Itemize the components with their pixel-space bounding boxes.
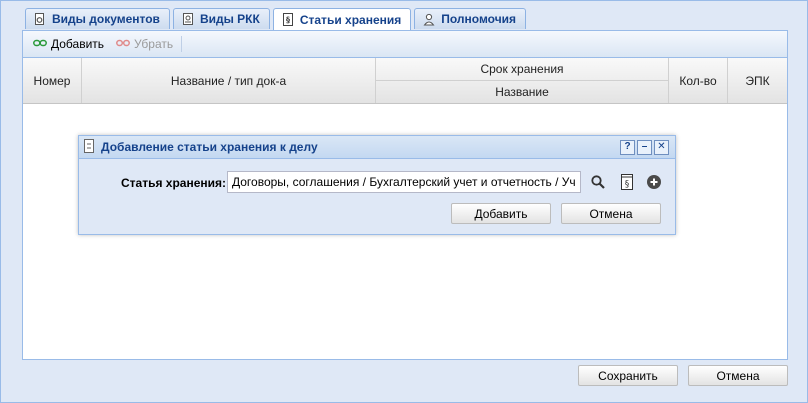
col-name-type[interactable]: Название / тип док-а: [82, 58, 376, 103]
dialog-window-icon: [84, 138, 94, 156]
tab-document-types[interactable]: Виды документов: [25, 8, 170, 29]
toolbar-separator: [181, 36, 183, 52]
add-button[interactable]: Добавить: [27, 33, 110, 55]
dialog-title: Добавление статьи хранения к делу: [101, 140, 318, 154]
dialog-tools: ? – ✕: [620, 139, 669, 155]
col-storage-period[interactable]: Срок хранения: [376, 58, 669, 80]
storage-article-select-icon[interactable]: §: [616, 171, 638, 193]
col-number[interactable]: Номер: [23, 58, 82, 103]
card-icon: [182, 12, 194, 26]
save-button[interactable]: Сохранить: [578, 365, 678, 386]
dialog-body: Статья хранения: § Добавить Отмена: [83, 162, 671, 230]
user-permission-icon: [423, 13, 435, 26]
toolbar: Добавить Убрать: [23, 31, 787, 58]
grid-header: Номер Название / тип док-а Срок хранения…: [23, 58, 787, 104]
svg-text:§: §: [625, 180, 630, 190]
gear-doc-icon: [34, 12, 46, 26]
tab-rkk-types[interactable]: Виды РКК: [172, 8, 270, 29]
tab-storage-articles[interactable]: § Статьи хранения: [272, 8, 412, 30]
col-count[interactable]: Кол-во: [669, 58, 728, 103]
remove-button[interactable]: Убрать: [110, 33, 179, 55]
close-icon[interactable]: ✕: [654, 139, 669, 155]
dialog-add-button[interactable]: Добавить: [451, 203, 551, 224]
tab-permissions[interactable]: Полномочия: [414, 8, 527, 29]
main-window: Виды документов Виды РКК § Статьи хранен…: [0, 0, 808, 403]
tab-label: Виды документов: [52, 12, 160, 26]
add-storage-article-dialog: Добавление статьи хранения к делу ? – ✕ …: [78, 135, 676, 235]
tab-strip: Виды документов Виды РКК § Статьи хранен…: [25, 8, 527, 30]
dialog-header: Добавление статьи хранения к делу ? – ✕: [79, 136, 675, 159]
tab-label: Статьи хранения: [299, 12, 402, 27]
storage-article-label: Статья хранения:: [121, 176, 227, 190]
footer-cancel-button[interactable]: Отмена: [688, 365, 788, 386]
unlink-icon: [116, 37, 130, 51]
add-circle-icon[interactable]: [643, 171, 665, 193]
storage-article-input[interactable]: [227, 171, 581, 193]
help-icon[interactable]: ?: [620, 139, 635, 155]
svg-text:§: §: [286, 16, 290, 25]
link-icon: [33, 37, 47, 51]
search-icon[interactable]: [587, 171, 609, 193]
dialog-cancel-button[interactable]: Отмена: [561, 203, 661, 224]
minimize-icon[interactable]: –: [637, 139, 652, 155]
storage-doc-icon: §: [282, 13, 294, 26]
tab-label: Виды РКК: [199, 12, 260, 26]
tab-label: Полномочия: [441, 12, 517, 26]
col-epk[interactable]: ЭПК: [728, 58, 787, 103]
col-storage-period-name[interactable]: Название: [376, 80, 669, 103]
